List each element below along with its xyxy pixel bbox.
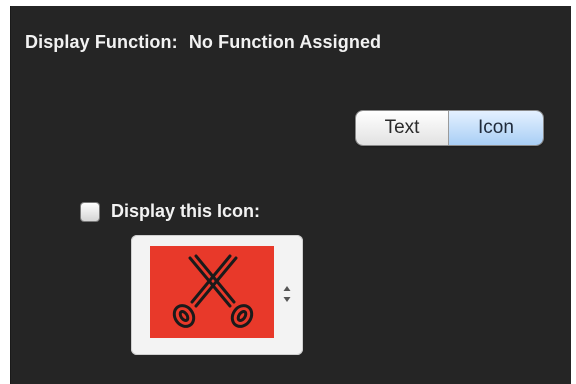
display-icon-checkbox[interactable] <box>81 202 99 221</box>
segment-icon[interactable]: Icon <box>449 111 543 145</box>
display-settings-panel: Display Function: No Function Assigned T… <box>10 6 571 384</box>
icon-picker[interactable] <box>131 235 303 355</box>
icon-preview <box>150 246 274 338</box>
scissors-icon <box>172 254 254 328</box>
display-icon-label: Display this Icon: <box>111 201 261 221</box>
segment-text[interactable]: Text <box>356 111 449 145</box>
display-function-label: Display Function: <box>25 32 178 52</box>
text-icon-toggle[interactable]: Text Icon <box>356 111 543 145</box>
stepper-arrows-icon[interactable] <box>282 281 292 307</box>
display-function-row: Display Function: No Function Assigned <box>25 32 381 53</box>
display-icon-row: Display this Icon: <box>81 201 260 222</box>
display-function-value: No Function Assigned <box>188 32 382 52</box>
